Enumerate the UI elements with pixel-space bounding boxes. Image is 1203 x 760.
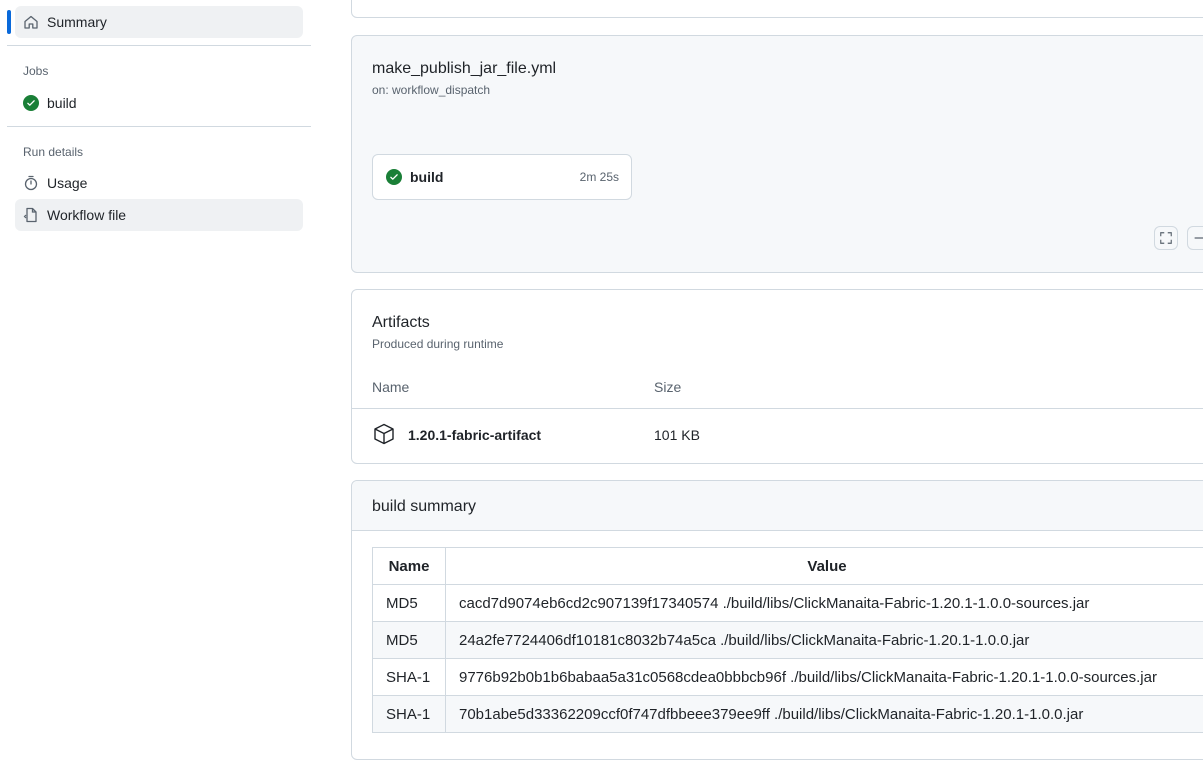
table-row: MD5 24a2fe7724406df10181c8032b74a5ca ./b… <box>373 622 1203 659</box>
artifacts-title: Artifacts <box>372 314 430 332</box>
table-cell-name: SHA-1 <box>373 659 446 696</box>
build-summary-panel: build summary Name Value MD5 cacd7d9074e… <box>351 480 1203 760</box>
sidebar: Summary Jobs build Run details Usage Wor… <box>0 0 320 736</box>
table-cell-value: cacd7d9074eb6cd2c907139f17340574 ./build… <box>446 585 1203 622</box>
sidebar-item-label: Summary <box>47 14 107 30</box>
sidebar-item-usage[interactable]: Usage <box>15 167 303 199</box>
table-cell-value: 70b1abe5d33362209ccf0f747dfbbeee379ee9ff… <box>446 696 1203 733</box>
sidebar-item-label: Workflow file <box>47 207 126 223</box>
job-name: build <box>410 169 443 185</box>
run-details-heading: Run details <box>23 145 83 159</box>
artifacts-col-size: Size <box>654 379 681 395</box>
artifacts-col-name: Name <box>372 379 409 395</box>
stopwatch-icon <box>23 175 39 191</box>
table-cell-name: MD5 <box>373 622 446 659</box>
previous-panel <box>351 0 1203 18</box>
artifact-link[interactable]: 1.20.1-fabric-artifact <box>408 427 541 443</box>
build-summary-title: build summary <box>372 498 476 516</box>
table-header-name: Name <box>373 548 446 585</box>
table-cell-name: MD5 <box>373 585 446 622</box>
sidebar-item-workflow-file[interactable]: Workflow file <box>15 199 303 231</box>
artifact-size: 101 KB <box>654 427 700 443</box>
artifacts-divider <box>352 408 1203 409</box>
home-icon <box>23 14 39 30</box>
table-header-value: Value <box>446 548 1203 585</box>
table-cell-value: 9776b92b0b1b6babaa5a31c0568cdea0bbbcb96f… <box>446 659 1203 696</box>
table-cell-value: 24a2fe7724406df10181c8032b74a5ca ./build… <box>446 622 1203 659</box>
table-row: SHA-1 9776b92b0b1b6babaa5a31c0568cdea0bb… <box>373 659 1203 696</box>
sidebar-item-label: build <box>47 95 77 111</box>
table-row: SHA-1 70b1abe5d33362209ccf0f747dfbbeee37… <box>373 696 1203 733</box>
file-code-icon <box>23 207 39 223</box>
active-indicator <box>7 10 11 34</box>
check-circle-icon <box>386 169 402 185</box>
fullscreen-icon <box>1159 231 1173 245</box>
check-circle-icon <box>23 95 39 111</box>
fullscreen-button[interactable] <box>1154 226 1178 250</box>
table-header-row: Name Value <box>373 548 1203 585</box>
package-icon <box>372 422 396 446</box>
job-duration: 2m 25s <box>580 170 619 184</box>
minus-icon <box>1192 231 1203 245</box>
build-summary-header: build summary <box>352 481 1203 531</box>
sidebar-divider <box>7 126 311 127</box>
job-card-build[interactable]: build 2m 25s <box>372 154 632 200</box>
sidebar-item-summary[interactable]: Summary <box>15 6 303 38</box>
sidebar-item-build[interactable]: build <box>15 87 303 119</box>
table-row: MD5 cacd7d9074eb6cd2c907139f17340574 ./b… <box>373 585 1203 622</box>
zoom-out-button[interactable] <box>1187 226 1203 250</box>
table-cell-name: SHA-1 <box>373 696 446 733</box>
artifacts-panel: Artifacts Produced during runtime Name S… <box>351 289 1203 464</box>
sidebar-item-label: Usage <box>47 175 87 191</box>
workflow-trigger: on: workflow_dispatch <box>372 83 490 97</box>
build-summary-table: Name Value MD5 cacd7d9074eb6cd2c907139f1… <box>372 547 1203 733</box>
sidebar-divider <box>7 45 311 46</box>
workflow-graph-panel: make_publish_jar_file.yml on: workflow_d… <box>351 35 1203 273</box>
workflow-file-name: make_publish_jar_file.yml <box>372 60 556 78</box>
jobs-heading: Jobs <box>23 64 48 78</box>
artifacts-subtitle: Produced during runtime <box>372 337 503 351</box>
